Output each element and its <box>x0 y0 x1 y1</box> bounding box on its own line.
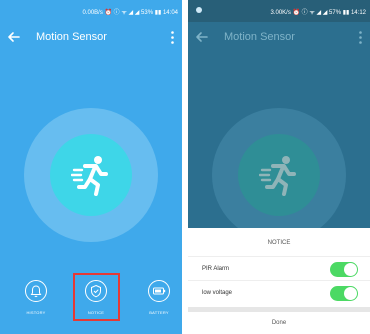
low-voltage-row: low voltage <box>188 280 370 304</box>
toggle-knob <box>344 263 357 276</box>
bell-icon <box>30 285 42 298</box>
toggle-knob <box>344 287 357 300</box>
page-title: Motion Sensor <box>36 31 107 43</box>
done-button[interactable]: Done <box>188 312 370 334</box>
running-person-icon <box>71 156 108 196</box>
nav-history[interactable]: HISTORY <box>16 280 56 320</box>
status-bar: 3.00K/s ⏰ ⓘ ᯤ ◢ ◢ 57% ▮▮ 14:12 <box>188 0 370 22</box>
low-voltage-label: low voltage <box>202 290 233 296</box>
page-title: Motion Sensor <box>224 31 295 43</box>
back-arrow-icon[interactable] <box>6 29 22 45</box>
nav-battery-circle <box>148 280 170 302</box>
more-vertical-icon[interactable] <box>171 31 174 44</box>
nav-battery-label: BATTERY <box>149 310 169 315</box>
low-voltage-toggle[interactable] <box>330 286 358 301</box>
status-text: 3.00K/s ⏰ ⓘ ᯤ ◢ ◢ 57% ▮▮ 14:12 <box>270 10 367 16</box>
notice-bottom-sheet: NOTICE PIR Alarm low voltage Done <box>188 228 370 334</box>
nav-history-circle <box>25 280 47 302</box>
pir-alarm-toggle[interactable] <box>330 262 358 277</box>
back-arrow-icon[interactable] <box>194 29 210 45</box>
running-person-icon <box>259 156 296 196</box>
app-bar: Motion Sensor <box>0 22 182 52</box>
notification-dot-icon <box>196 7 202 13</box>
nav-history-label: HISTORY <box>26 310 46 315</box>
battery-icon <box>153 287 166 295</box>
pir-alarm-label: PIR Alarm <box>202 266 230 272</box>
motion-sensor-screen: 0.00B/s ⏰ ⓘ ᯤ ◢ ◢ 53% ▮▮ 14:04 Motion Se… <box>0 0 182 334</box>
nav-battery[interactable]: BATTERY <box>139 280 179 320</box>
notice-highlight-box <box>73 273 120 321</box>
motion-sensor-notice-screen: 3.00K/s ⏰ ⓘ ᯤ ◢ ◢ 57% ▮▮ 14:12 Motion Se… <box>188 0 370 334</box>
sheet-title: NOTICE <box>267 240 291 246</box>
app-bar: Motion Sensor <box>188 22 370 52</box>
pir-alarm-row: PIR Alarm <box>188 256 370 280</box>
more-vertical-icon[interactable] <box>359 31 362 44</box>
status-text: 0.00B/s ⏰ ⓘ ᯤ ◢ ◢ 53% ▮▮ 14:04 <box>82 10 179 16</box>
status-bar: 0.00B/s ⏰ ⓘ ᯤ ◢ ◢ 53% ▮▮ 14:04 <box>0 0 182 22</box>
